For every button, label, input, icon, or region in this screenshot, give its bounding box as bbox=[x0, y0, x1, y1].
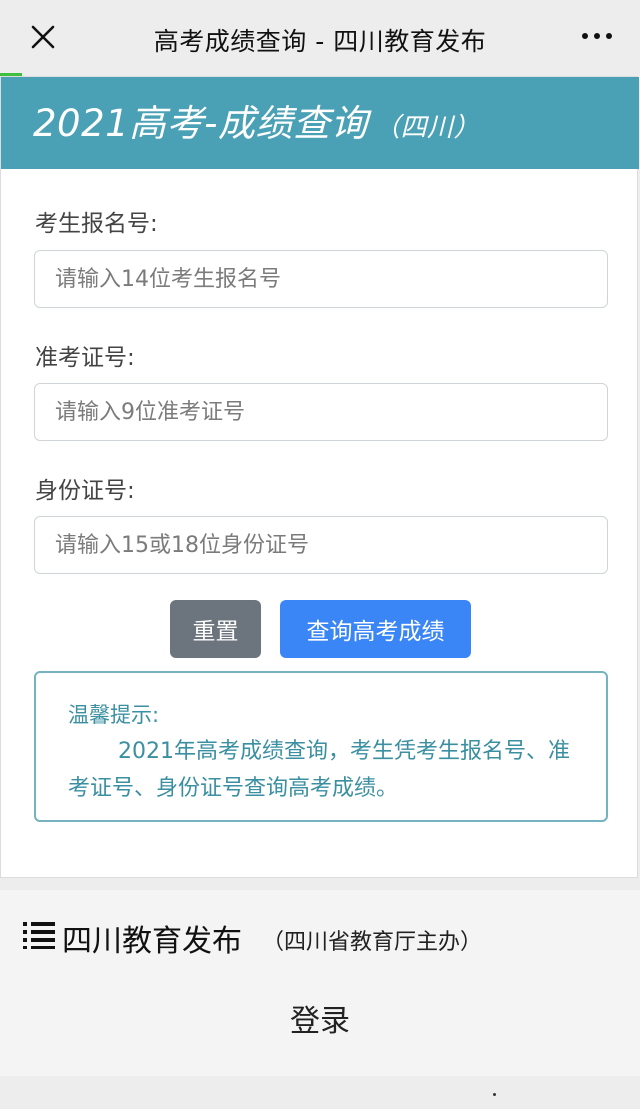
query-score-button[interactable]: 查询高考成绩 bbox=[280, 600, 471, 658]
footer-org-subtitle: （四川省教育厅主办） bbox=[262, 930, 483, 955]
banner-title-main: 2021高考-成绩查询 bbox=[33, 102, 369, 145]
footer-org-name: 四川教育发布 bbox=[62, 924, 242, 959]
id-number-label: 身份证号: bbox=[35, 478, 135, 504]
tip-text: 2021年高考成绩查询，考生凭考生报名号、准考证号、身份证号查询高考成绩。 bbox=[68, 739, 570, 801]
banner: 2021高考-成绩查询 （四川） bbox=[1, 77, 639, 169]
page-title: 高考成绩查询 - 四川教育发布 bbox=[153, 27, 487, 56]
registration-number-label: 考生报名号: bbox=[35, 211, 158, 237]
tip-title: 温馨提示: bbox=[68, 703, 160, 727]
admission-ticket-label: 准考证号: bbox=[35, 345, 135, 371]
menu-icon[interactable] bbox=[22, 919, 56, 949]
reset-button[interactable]: 重置 bbox=[170, 600, 261, 658]
login-link[interactable]: 登录 bbox=[0, 996, 640, 1040]
query-card: 2021高考-成绩查询（四川） 考生报名号: 准考证号: 身份证号: 重置 查询… bbox=[0, 76, 639, 878]
banner-title-sub: （四川） bbox=[374, 113, 481, 143]
tip-box: 温馨提示: 2021年高考成绩查询，考生凭考生报名号、准考证号、身份证号查询高考… bbox=[34, 671, 608, 822]
registration-number-input[interactable] bbox=[34, 250, 608, 308]
wechat-topbar: 高考成绩查询 - 四川教育发布 bbox=[0, 0, 640, 76]
more-options-icon[interactable] bbox=[580, 26, 614, 46]
footer: 四川教育发布 （四川省教育厅主办） 登录 bbox=[0, 890, 640, 1076]
banner-title: 2021高考-成绩查询 （四川） bbox=[33, 93, 480, 147]
admission-ticket-input[interactable] bbox=[34, 383, 608, 441]
id-number-input[interactable] bbox=[34, 516, 608, 574]
stray-dot bbox=[493, 1093, 496, 1096]
